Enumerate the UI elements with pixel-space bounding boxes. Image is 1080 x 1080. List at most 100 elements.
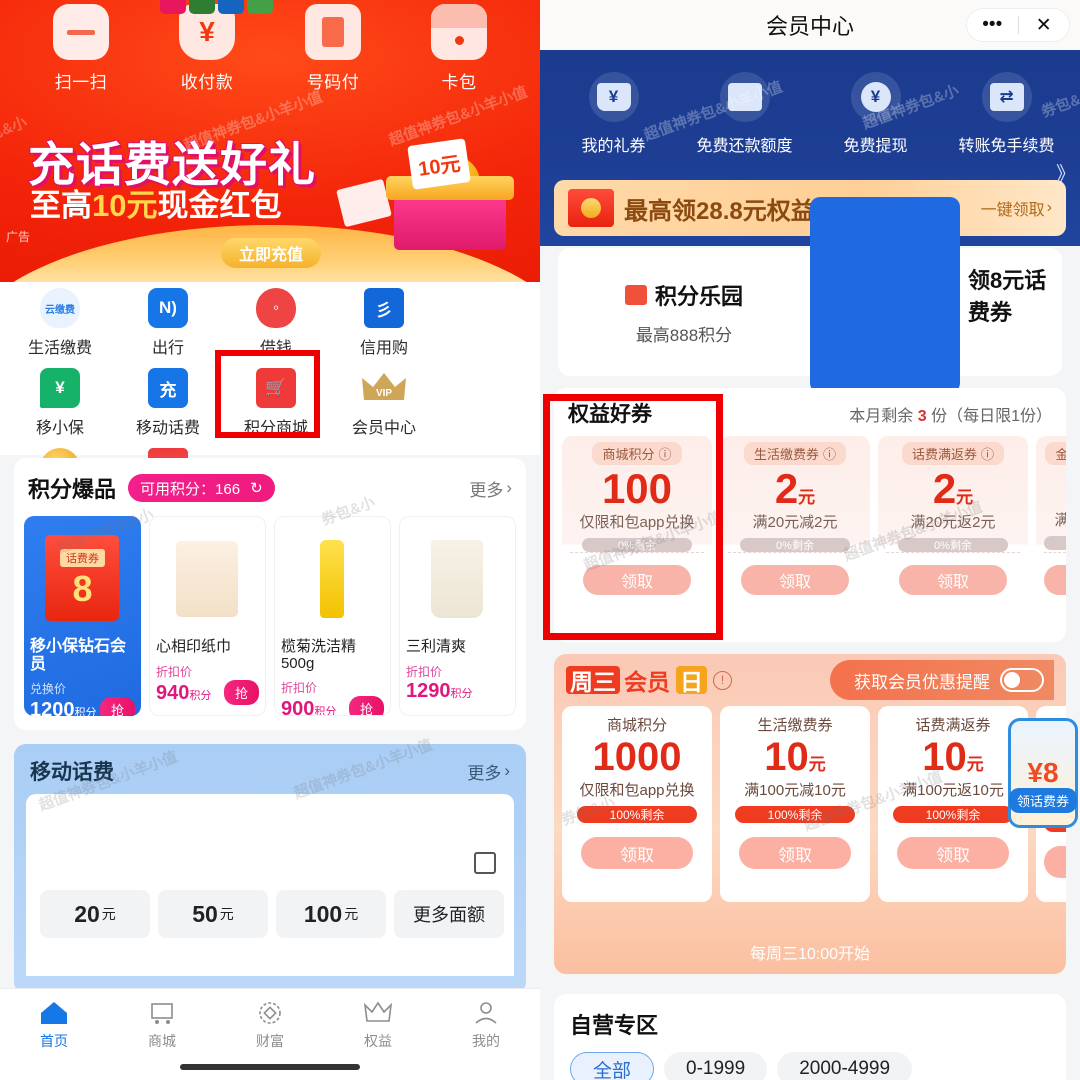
points-card-title: 积分爆品 — [28, 477, 117, 502]
coupon-ticket-icon — [810, 196, 960, 393]
coupon-claim-button[interactable]: 领取 — [741, 565, 849, 595]
mobile-fee-header: 移动话费 更多 › — [14, 744, 526, 794]
coupon-claim-button[interactable]: 领取 — [897, 837, 1009, 869]
coupon-remaining-bar: 0%剩余 — [740, 538, 850, 553]
grid-label: 生活缴费 — [27, 340, 92, 357]
banner-subtitle: 至高10元现金红包 — [30, 180, 281, 225]
bottom-tab-bar: 首页 商城 财富 权益 我的 — [0, 988, 540, 1080]
product-price: 1290积分 — [405, 679, 473, 702]
remaining-count: 3 — [917, 408, 927, 425]
tissue-product-image — [176, 541, 239, 617]
points-more-link[interactable]: 更多 › — [469, 476, 512, 501]
entry-points-park[interactable]: 积分乐园 最高888积分 — [558, 248, 810, 376]
reminder-toggle-row[interactable]: 获取会员优惠提醒 — [830, 660, 1054, 700]
more-label: 更多 — [469, 480, 504, 500]
coupon-card[interactable]: 生活缴费券 ⓘ 2元 满20元减2元 0%剩余 领取 — [720, 436, 870, 632]
coupon-claim-button[interactable]: 领取 — [899, 565, 1007, 595]
top-status-badges — [160, 0, 273, 14]
coupon-tag: 生活缴费券 ⓘ — [743, 442, 847, 465]
recharge-now-button[interactable]: 立即充值 — [221, 238, 321, 268]
info-icon[interactable]: ⓘ — [981, 444, 994, 463]
amount-option-more[interactable]: 更多面额 — [394, 890, 504, 938]
wednesday-coupon-card[interactable]: 商城积分 1000 仅限和包app兑换 100%剩余 领取 — [562, 706, 712, 902]
credit-card-icon — [719, 72, 770, 122]
wednesday-coupon-card[interactable]: 生活缴费券 10元 满100元减10元 100%剩余 领取 — [720, 706, 870, 902]
info-icon[interactable]: ⓘ — [823, 444, 836, 463]
coupon-card[interactable]: 话费满返券 ⓘ 2元 满20元返2元 0%剩余 领取 — [878, 436, 1028, 632]
wednesday-member-section: 周三 会员 日 ! 获取会员优惠提醒 商城积分 1000 仅限和包app兑换 1… — [554, 654, 1066, 974]
entry-title: 积分乐园 — [654, 283, 743, 309]
quick-action-payment[interactable]: ¥ 收付款 — [155, 4, 259, 93]
quick-action-scan[interactable]: 扫一扫 — [29, 4, 133, 93]
grid-item-credit-buy[interactable]: 彡 信用购 — [330, 282, 438, 362]
tab-profile[interactable]: 我的 — [432, 997, 540, 1080]
coupon-claim-button[interactable] — [1044, 846, 1066, 878]
benefit-free-withdraw[interactable]: ¥ 免费提现 — [810, 72, 941, 156]
reminder-toggle[interactable] — [1000, 668, 1044, 692]
coupon-tag: 金 — [1045, 442, 1066, 465]
benefit-free-transfer[interactable]: ⇄ 转账免手续费 — [941, 72, 1072, 156]
entry-claim-coupon[interactable]: 领8元话费券 更有百万交通保障 — [810, 196, 1062, 427]
red-envelope-icon — [568, 189, 614, 227]
grid-item-mobile-recharge[interactable]: 充 移动话费 — [114, 362, 222, 442]
coupon-value: 1000 — [592, 735, 682, 779]
badge-button[interactable]: 领话费券 — [1009, 788, 1078, 813]
tab-home[interactable]: 首页 — [0, 997, 108, 1080]
grid-item-life-payment[interactable]: 云缴费 生活缴费 — [6, 282, 114, 362]
product-card[interactable]: 心相印纸巾 折扣价 940积分 抢 — [148, 516, 266, 716]
benefit-free-repayment[interactable]: 免费还款额度 — [679, 72, 810, 156]
coupon-value: 2元 — [932, 465, 974, 512]
quick-action-card-wallet[interactable]: 卡包 — [407, 4, 511, 93]
grab-button[interactable]: 抢 — [99, 697, 135, 716]
available-points-pill[interactable]: 可用积分：166 ↻ — [128, 474, 275, 502]
coupon-claim-button[interactable]: 领取 — [739, 837, 851, 869]
filter-tab-2000-4999[interactable]: 2000-4999 — [777, 1052, 913, 1080]
wednesday-coupon-card[interactable]: 话费满返券 10元 满100元返10元 100%剩余 领取 — [878, 706, 1028, 902]
grid-item-travel[interactable]: N) 出行 — [114, 282, 222, 362]
product-price-row: 1200积分 抢 — [30, 697, 135, 716]
product-name: 心相印纸巾 — [155, 638, 231, 655]
wed-logo-part3: 日 — [676, 666, 707, 695]
grab-button[interactable]: 抢 — [348, 696, 384, 715]
grid-item-insurance[interactable]: ¥ 移小保 — [6, 362, 114, 442]
coupon-value: 10元 — [922, 735, 984, 779]
ad-label: 广告 — [6, 230, 31, 244]
quick-action-number-pay[interactable]: 号码付 — [281, 4, 385, 93]
product-card[interactable]: 话费券 8 移小保钻石会员 兑换价 1200积分 抢 — [24, 516, 141, 716]
mobile-fee-title: 移动话费 — [30, 761, 114, 784]
product-card[interactable]: 三利清爽 折扣价 1290积分 — [398, 516, 516, 716]
credit-buy-icon: 彡 — [364, 288, 404, 328]
wednesday-logo: 周三 会员 日 — [566, 666, 707, 695]
filter-tab-all[interactable]: 全部 — [570, 1052, 655, 1080]
entry-two-card: 积分乐园 最高888积分 领8元话费券 更有百万交通保障 — [558, 196, 1062, 427]
coupon-divider — [1044, 552, 1066, 553]
product-price-row: 1290积分 — [406, 680, 509, 703]
chevron-right-icon: › — [504, 761, 510, 780]
product-image — [156, 523, 259, 635]
grid-item-vip-center[interactable]: VIP 会员中心 — [330, 362, 438, 442]
filter-tab-0-1999[interactable]: 0-1999 — [664, 1052, 768, 1080]
refresh-icon[interactable]: ↻ — [250, 479, 263, 497]
self-operated-zone: 自营专区 全部 0-1999 2000-4999 — [554, 994, 1066, 1080]
grab-button[interactable]: 抢 — [223, 679, 259, 705]
product-card[interactable]: 榄菊洗洁精500g 折扣价 900积分 抢 — [273, 516, 391, 716]
floating-coupon-badge[interactable]: ¥8 领话费券 — [1008, 718, 1078, 828]
webview-controls: ••• ✕ — [966, 8, 1070, 42]
edit-icon[interactable] — [474, 852, 496, 874]
cart-icon — [108, 997, 216, 1029]
coupon-card-partial[interactable]: 金 满 — [1036, 436, 1066, 632]
amount-option[interactable]: 50 元 — [158, 890, 268, 938]
amount-option[interactable]: 100 元 — [276, 890, 386, 938]
mobile-fee-more-link[interactable]: 更多 › — [467, 759, 510, 784]
benefit-my-coupons[interactable]: ¥ 我的礼券 — [548, 72, 679, 156]
close-icon[interactable]: ✕ — [1019, 14, 1070, 37]
more-dots-icon[interactable]: ••• — [967, 14, 1018, 36]
cloud-payment-icon: 云缴费 — [40, 288, 80, 328]
product-image — [281, 523, 384, 635]
amount-option[interactable]: 20 元 — [40, 890, 150, 938]
info-icon[interactable]: ! — [713, 670, 732, 690]
coupon-claim-button[interactable] — [1044, 565, 1066, 595]
home-indicator — [180, 1064, 360, 1070]
coupon-claim-button[interactable]: 领取 — [581, 837, 693, 869]
grid-label: 出行 — [151, 340, 184, 357]
